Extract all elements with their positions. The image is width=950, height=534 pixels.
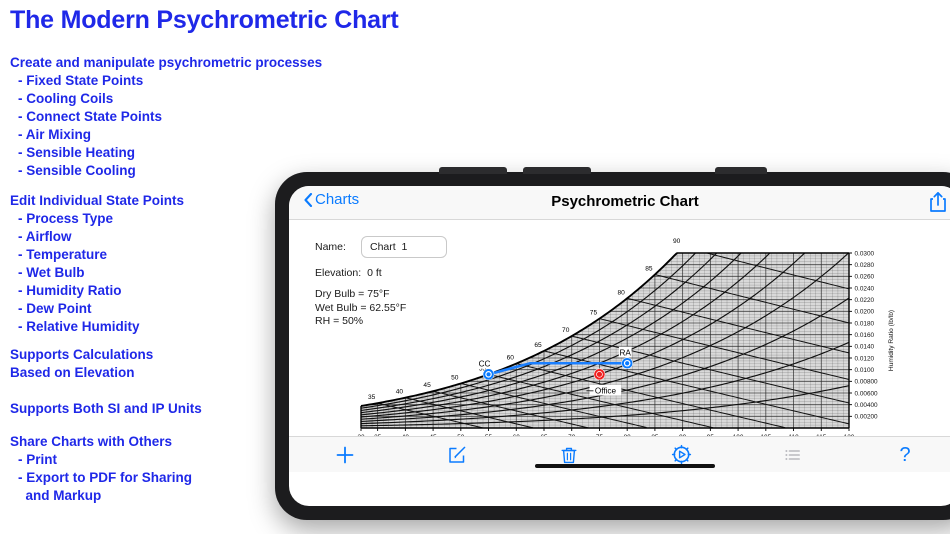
promo-heading: Supports Calculations [10,347,154,362]
elevation-value: 0 ft [367,267,382,279]
wet-bulb-label: 75 [590,310,598,317]
state-point-label-office: Office [595,386,617,395]
wet-bulb-label: 50 [451,374,459,381]
elevation-row: Elevation: 0 ft [315,267,495,279]
promo-section-0: Create and manipulate psychrometric proc… [10,54,322,180]
wet-bulb-label: 70 [562,327,570,334]
promo-section-3: Supports Both SI and IP Units [10,400,202,418]
wet-bulb-label: 85 [645,266,653,273]
question-mark-icon: ? [899,443,911,466]
relative-humidity-readout: RH = 50% [315,315,364,327]
axis-tick-label-y: 0.0220 [855,297,875,304]
state-point-dot[interactable] [596,371,603,377]
axis-tick-label-y: 0.0180 [855,320,875,327]
help-button[interactable]: ? [849,437,950,472]
wet-bulb-label: 40 [396,389,404,396]
state-point-label-ra: RA [619,348,631,357]
promo-section-1: Edit Individual State Points - Process T… [10,192,184,336]
navigation-bar: Charts Psychrometric Chart [289,186,950,220]
chart-info-panel: Name: Elevation: 0 ft Dry Bulb = 75°F We… [315,236,495,329]
trash-icon [561,447,577,463]
promo-item: - Sensible Cooling [18,163,136,178]
chart-name-label: Name: [315,241,346,253]
volume-button[interactable] [439,167,507,174]
list-icon [785,449,800,460]
axis-tick-label-y: 0.00200 [855,414,879,421]
wet-bulb-label: 80 [618,289,626,296]
edit-button[interactable] [401,437,513,472]
promo-item: - Dew Point [18,301,92,316]
promo-item: - Fixed State Points [18,73,144,88]
promo-heading: Create and manipulate psychrometric proc… [10,55,323,70]
axis-tick-label-y: 0.0240 [855,285,875,292]
chart-name-input[interactable] [361,236,447,258]
promo-item: - Temperature [18,247,108,262]
promo-item: - Process Type [18,211,114,226]
axis-tick-label-y: 0.0280 [855,262,875,269]
axis-tick-label-y: 0.0100 [855,367,875,374]
power-button[interactable] [715,167,767,174]
axis-tick-label-y: 0.0260 [855,274,875,281]
axis-tick-label-y: 0.0200 [855,309,875,316]
promo-item: - Air Mixing [18,127,91,142]
promo-item: - Connect State Points [18,109,163,124]
axis-tick-label-y: 0.0300 [855,250,875,257]
axis-label-y: Humidity Ratio (lb/lb) [888,310,895,371]
wet-bulb-label: 45 [423,382,431,389]
state-point-label-cc: CC [479,359,491,368]
promo-item: - Airflow [18,229,72,244]
wet-bulb-label: 60 [507,355,515,362]
plus-icon [336,446,354,463]
page-title: Psychrometric Chart [551,193,699,210]
state-point-dot[interactable] [486,372,491,377]
bottom-toolbar: ? [289,436,950,472]
axis-tick-label-y: 0.0140 [855,344,875,351]
share-icon[interactable] [929,191,947,218]
promo-item: - Export to PDF for Sharing [18,470,192,485]
volume-button[interactable] [523,167,591,174]
promo-heading: Supports Both SI and IP Units [10,401,202,416]
wet-bulb-label: 90 [673,238,681,245]
promo-item: and Markup [18,488,102,503]
axis-tick-label-y: 0.0120 [855,355,875,362]
home-indicator [535,464,715,468]
promo-item: - Wet Bulb [18,265,85,280]
promo-title: The Modern Psychrometric Chart [10,6,399,34]
promo-heading: Share Charts with Others [10,434,173,449]
compose-icon [449,446,466,463]
promo-item: - Relative Humidity [18,319,140,334]
axis-tick-label-y: 0.00400 [855,402,879,409]
promo-section-2: Supports Calculations Based on Elevation [10,346,153,382]
promo-section-4: Share Charts with Others - Print - Expor… [10,433,192,505]
wet-bulb-readout: Wet Bulb = 62.55°F [315,301,407,314]
state-point-dot[interactable] [625,361,630,366]
axis-tick-label-y: 0.00600 [855,390,879,397]
tablet-device-frame: Charts Psychrometric Chart 3235404550 [275,167,950,520]
promo-item: - Cooling Coils [18,91,114,106]
axis-tick-label-y: 0.00800 [855,379,879,386]
device-screen: Charts Psychrometric Chart 3235404550 [289,186,950,506]
gear-play-icon [671,444,691,465]
promo-item: - Print [18,452,57,467]
list-button[interactable] [737,437,849,472]
axis-tick-label-y: 0.0160 [855,332,875,339]
chart-name-row: Name: [315,236,495,258]
dry-bulb-readout: Dry Bulb = 75°F [315,288,390,300]
promo-item: - Humidity Ratio [18,283,122,298]
wet-bulb-label: 35 [368,394,376,401]
promo-item: Based on Elevation [10,365,135,380]
promo-item: - Sensible Heating [18,145,136,160]
chart-content-area: 3235404550556065707580859095100105110115… [289,220,950,472]
add-state-point-button[interactable] [289,437,401,472]
elevation-label: Elevation: [315,267,362,279]
promo-heading: Edit Individual State Points [10,193,185,208]
wet-bulb-label: 65 [534,342,542,349]
